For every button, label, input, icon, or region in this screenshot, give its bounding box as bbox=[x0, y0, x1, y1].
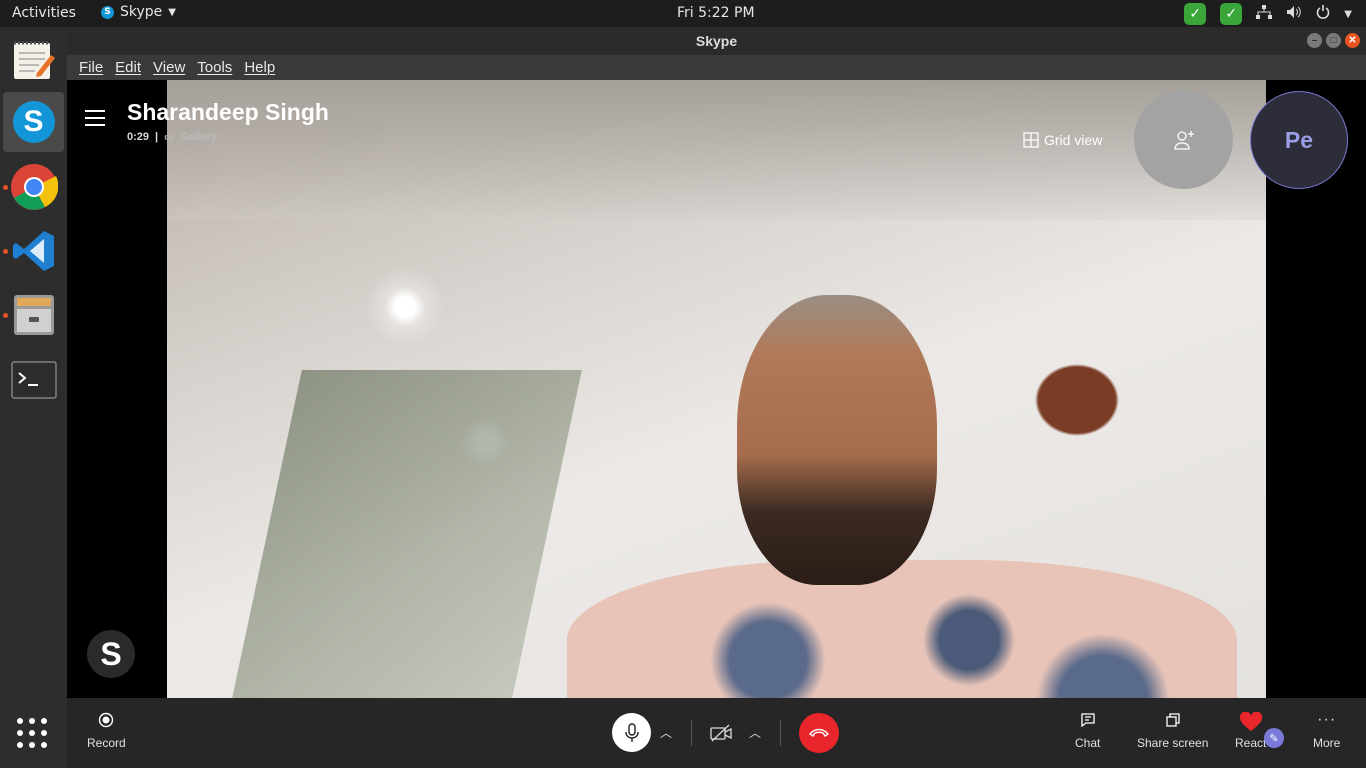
call-main-controls: ︿ ︿ bbox=[612, 712, 839, 753]
share-screen-icon bbox=[1166, 713, 1180, 727]
grid-view-button[interactable]: Grid view ⌄ bbox=[1023, 132, 1119, 148]
hang-up-button[interactable] bbox=[799, 712, 839, 753]
chevron-down-icon: ▼ bbox=[168, 6, 176, 18]
window-title: Skype bbox=[695, 33, 738, 49]
vscode-icon bbox=[12, 231, 54, 271]
call-duration: 0:29 bbox=[127, 131, 150, 143]
add-person-icon bbox=[1173, 130, 1194, 150]
record-icon bbox=[99, 712, 114, 728]
self-avatar[interactable]: Pe bbox=[1250, 91, 1348, 189]
camera-button[interactable] bbox=[702, 714, 740, 752]
app-menu[interactable]: S Skype ▼ bbox=[101, 4, 176, 20]
microphone-icon bbox=[624, 722, 639, 742]
microphone-button[interactable] bbox=[612, 713, 651, 752]
chat-icon bbox=[1081, 713, 1095, 728]
chrome-launcher[interactable] bbox=[3, 157, 64, 217]
remote-video bbox=[167, 80, 1266, 698]
activities-button[interactable]: Activities bbox=[12, 5, 76, 21]
vscode-launcher[interactable] bbox=[3, 221, 64, 281]
terminal-launcher[interactable] bbox=[3, 350, 64, 410]
volume-icon[interactable] bbox=[1286, 5, 1302, 23]
more-button[interactable]: ··· More bbox=[1313, 711, 1341, 751]
call-meta: 0:29 | ▭ Gallery bbox=[127, 131, 217, 143]
chrome-icon bbox=[10, 164, 58, 210]
checkmark-icon[interactable]: ✓ bbox=[1220, 3, 1243, 25]
menu-edit[interactable]: Edit bbox=[109, 59, 147, 76]
add-participant-button[interactable] bbox=[1134, 90, 1233, 189]
menu-bar: File Edit View Tools Help bbox=[67, 55, 1366, 80]
pen-icon[interactable]: ✎ bbox=[1264, 728, 1284, 748]
separator: | bbox=[155, 131, 159, 143]
window-controls: – □ ✕ bbox=[1307, 33, 1360, 48]
caller-name: Sharandeep Singh bbox=[127, 99, 329, 125]
menu-view[interactable]: View bbox=[147, 59, 191, 76]
text-editor-launcher[interactable] bbox=[3, 31, 64, 91]
grid-icon bbox=[1023, 132, 1039, 148]
camera-options-chevron-icon[interactable]: ︿ bbox=[740, 724, 770, 741]
text-editor-icon bbox=[13, 41, 55, 79]
skype-icon: S bbox=[101, 5, 114, 19]
record-button[interactable]: Record bbox=[87, 712, 126, 750]
chat-button[interactable]: Chat bbox=[1075, 712, 1100, 750]
call-stage: Sharandeep Singh 0:29 | ▭ Gallery Grid v… bbox=[67, 80, 1366, 698]
skype-launcher[interactable]: S bbox=[3, 92, 64, 152]
video-background bbox=[232, 370, 582, 698]
heart-icon bbox=[1239, 712, 1262, 731]
share-screen-button[interactable]: Share screen bbox=[1137, 712, 1208, 750]
system-tray: ✓ ✓ ▼ bbox=[1184, 3, 1352, 25]
skype-logo: S bbox=[87, 630, 135, 678]
react-button[interactable]: React bbox=[1235, 712, 1266, 750]
hamburger-menu-icon[interactable] bbox=[85, 110, 105, 126]
files-launcher[interactable] bbox=[3, 285, 64, 345]
remote-participant bbox=[737, 295, 937, 585]
more-label: More bbox=[1313, 736, 1341, 750]
react-label: React bbox=[1235, 736, 1267, 750]
close-icon[interactable]: ✕ bbox=[1345, 33, 1360, 48]
phone-hangup-icon bbox=[809, 728, 829, 737]
record-label: Record bbox=[87, 736, 126, 750]
divider bbox=[691, 719, 692, 746]
camera-off-icon bbox=[710, 724, 732, 741]
clock[interactable]: Fri 5:22 PM bbox=[677, 5, 755, 21]
window-titlebar: Skype – □ ✕ bbox=[67, 27, 1366, 55]
remote-participant bbox=[567, 560, 1237, 698]
chevron-down-icon: ⌄ bbox=[1111, 134, 1119, 145]
grid-view-label: Grid view bbox=[1044, 132, 1103, 148]
chat-label: Chat bbox=[1075, 736, 1101, 750]
divider bbox=[780, 719, 781, 746]
menu-tools[interactable]: Tools bbox=[191, 59, 238, 76]
network-icon[interactable] bbox=[1256, 5, 1273, 23]
top-bar: Activities S Skype ▼ Fri 5:22 PM ✓ ✓ ▼ bbox=[0, 0, 1366, 27]
layout-label: Gallery bbox=[179, 131, 217, 143]
checkmark-icon[interactable]: ✓ bbox=[1184, 3, 1207, 25]
video-background bbox=[167, 80, 1266, 220]
menu-help[interactable]: Help bbox=[238, 59, 281, 76]
menu-file[interactable]: File bbox=[73, 59, 109, 76]
ellipsis-icon: ··· bbox=[1317, 711, 1337, 728]
show-applications-icon[interactable] bbox=[17, 718, 47, 748]
maximize-icon[interactable]: □ bbox=[1326, 33, 1341, 48]
terminal-icon bbox=[11, 361, 56, 399]
gallery-icon: ▭ bbox=[164, 131, 174, 143]
share-screen-label: Share screen bbox=[1137, 736, 1209, 750]
power-icon[interactable] bbox=[1316, 5, 1330, 23]
app-menu-label: Skype bbox=[120, 4, 163, 20]
call-controls-bar: Record ︿ ︿ Chat Share screen React ✎ ···… bbox=[67, 698, 1366, 768]
skype-icon: S bbox=[12, 101, 55, 143]
minimize-icon[interactable]: – bbox=[1307, 33, 1322, 48]
chevron-down-icon[interactable]: ▼ bbox=[1344, 9, 1352, 20]
file-cabinet-icon bbox=[13, 295, 54, 335]
mic-options-chevron-icon[interactable]: ︿ bbox=[651, 724, 681, 741]
dock: S bbox=[0, 27, 67, 768]
